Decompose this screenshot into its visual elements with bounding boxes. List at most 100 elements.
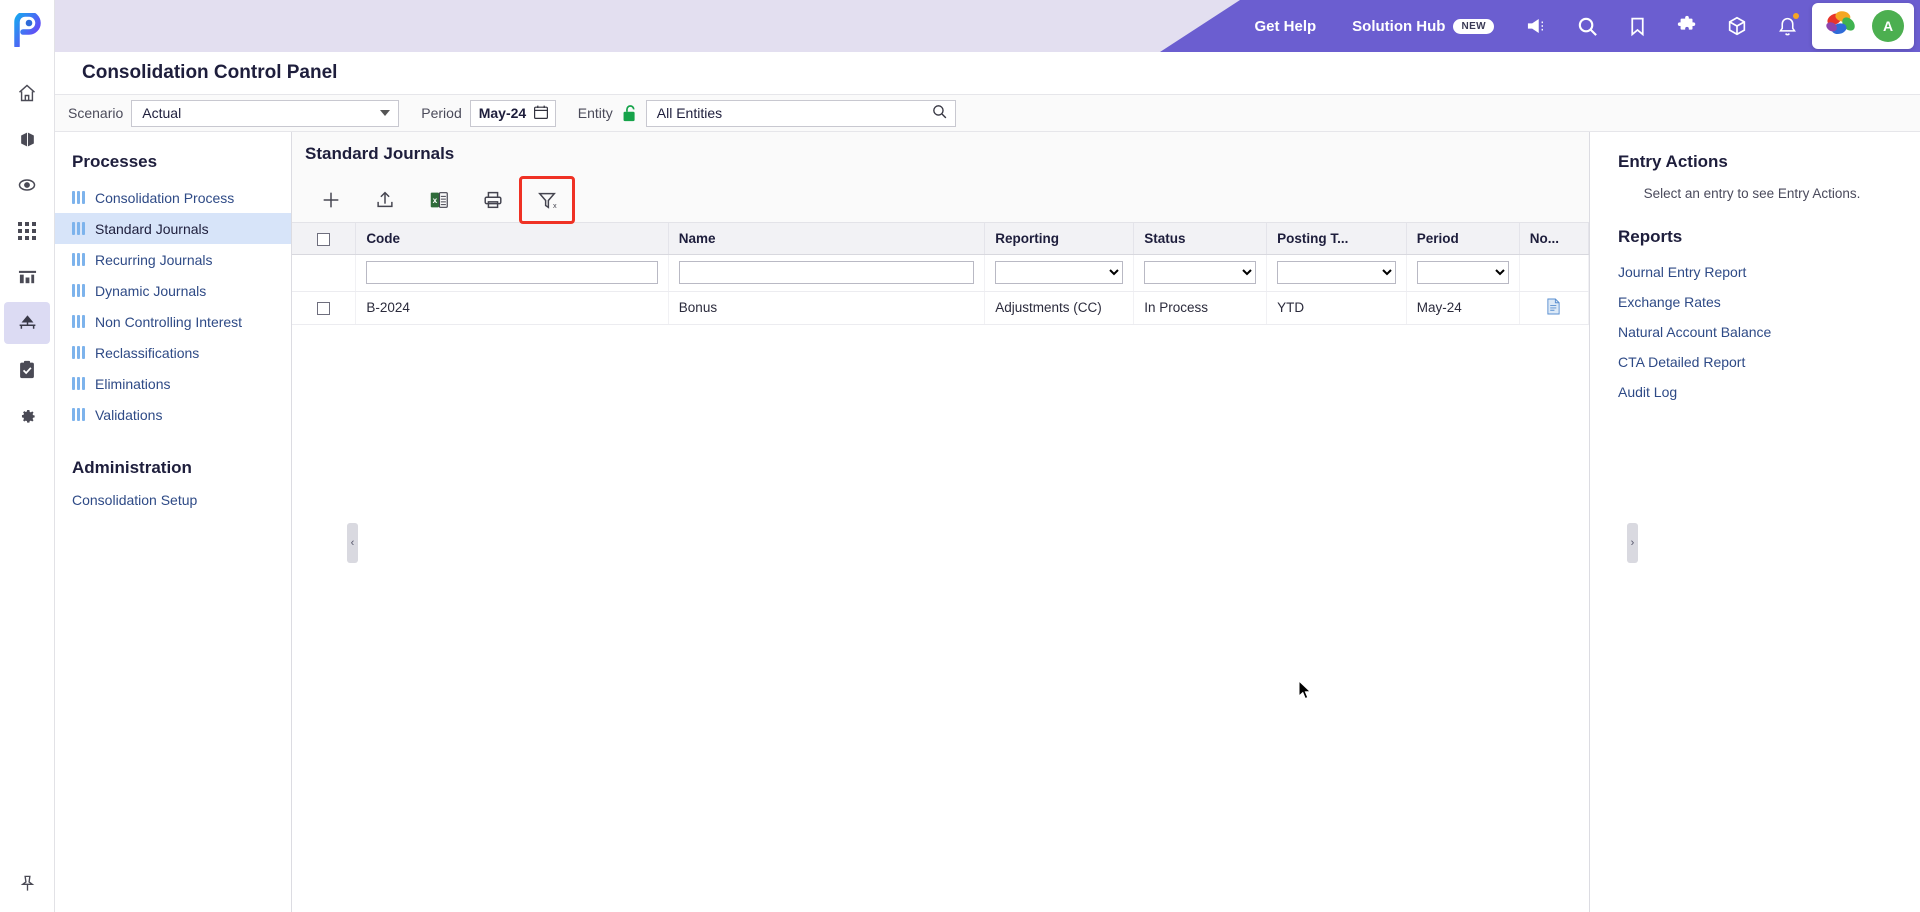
sidebar-item-eliminations[interactable]: Eliminations — [55, 368, 291, 399]
sidebar-item-models[interactable] — [4, 118, 50, 160]
megaphone-icon[interactable] — [1512, 0, 1562, 52]
filter-cell-code[interactable] — [355, 254, 669, 292]
filter-input-code[interactable] — [366, 261, 658, 284]
cell-period: May-24 — [1406, 291, 1520, 325]
filter-input-name[interactable] — [678, 261, 975, 284]
entity-unlock-icon[interactable] — [621, 104, 638, 123]
bookmark-icon[interactable] — [1612, 0, 1662, 52]
avatar[interactable]: A — [1872, 10, 1904, 42]
table-header-row: Code Name Reporting Status Posting T... … — [292, 223, 1589, 255]
scenario-value: Actual — [142, 105, 182, 121]
print-icon[interactable] — [466, 177, 520, 223]
column-header-reporting[interactable]: Reporting — [984, 223, 1135, 255]
add-icon[interactable] — [304, 177, 358, 223]
select-all-checkbox[interactable] — [317, 232, 331, 246]
sidebar-item-consolidation[interactable] — [4, 302, 50, 344]
grid-toolbar: x x — [292, 175, 1589, 224]
filter-cell-period[interactable] — [1406, 254, 1520, 292]
sidebar-item-non-controlling-interest[interactable]: Non Controlling Interest — [55, 306, 291, 337]
bars-icon — [72, 222, 85, 235]
sidebar-item-label: Eliminations — [95, 375, 171, 392]
excel-export-icon[interactable]: x — [412, 177, 466, 223]
cell-note[interactable] — [1519, 291, 1589, 325]
report-link-journal-entry-report[interactable]: Journal Entry Report — [1618, 257, 1900, 287]
cube-icon[interactable] — [1712, 0, 1762, 52]
row-checkbox[interactable] — [317, 301, 331, 315]
filter-select-posting-type[interactable] — [1277, 261, 1396, 284]
column-header-posting-type[interactable]: Posting T... — [1266, 223, 1407, 255]
clear-filter-icon[interactable]: x — [519, 175, 575, 224]
user-menu[interactable]: A — [1812, 3, 1914, 49]
reports-heading: Reports — [1618, 227, 1683, 246]
column-header-name[interactable]: Name — [668, 223, 986, 255]
document-icon[interactable] — [1546, 298, 1561, 318]
solution-hub-label: Solution Hub — [1352, 17, 1446, 35]
upload-icon[interactable] — [358, 177, 412, 223]
page-title: Consolidation Control Panel — [82, 62, 338, 83]
bell-icon[interactable] — [1762, 0, 1812, 52]
select-all-header[interactable] — [292, 223, 357, 255]
sidebar-item-reclassifications[interactable]: Reclassifications — [55, 337, 291, 368]
sidebar-item-label: Standard Journals — [95, 220, 209, 237]
cell-status: In Process — [1133, 291, 1268, 325]
table-row[interactable]: B-2024 Bonus Adjustments (CC) In Process… — [292, 291, 1589, 325]
sidebar-item-reports[interactable] — [4, 256, 50, 298]
svg-text:x: x — [433, 196, 438, 205]
filter-select-period[interactable] — [1416, 261, 1509, 284]
bars-icon — [72, 377, 85, 390]
bars-icon — [72, 284, 85, 297]
period-picker[interactable]: May-24 — [469, 99, 556, 127]
column-header-notes[interactable]: No... — [1519, 223, 1589, 255]
top-header: Get Help Solution Hub NEW A — [55, 0, 1920, 52]
scenario-select[interactable]: Actual — [131, 99, 400, 127]
page-title-bar: Consolidation Control Panel — [55, 52, 1920, 94]
filter-cell-reporting[interactable] — [984, 254, 1135, 292]
report-link-audit-log[interactable]: Audit Log — [1618, 377, 1900, 407]
column-header-period[interactable]: Period — [1406, 223, 1520, 255]
collapse-left-panel-handle[interactable]: ‹ — [347, 523, 358, 563]
filter-select-status[interactable] — [1144, 261, 1257, 284]
cell-name: Bonus — [668, 291, 986, 325]
notification-dot — [1793, 13, 1799, 19]
report-link-natural-account-balance[interactable]: Natural Account Balance — [1618, 317, 1900, 347]
sidebar-item-grid[interactable] — [4, 210, 50, 252]
column-header-code[interactable]: Code — [355, 223, 669, 255]
column-filter-row — [292, 254, 1589, 292]
bars-icon — [72, 408, 85, 421]
filter-cell-name[interactable] — [668, 254, 986, 292]
sidebar-item-settings[interactable] — [4, 394, 50, 436]
sidebar-item-view[interactable] — [4, 164, 50, 206]
bars-icon — [72, 346, 85, 359]
sidebar-item-tasks[interactable] — [4, 348, 50, 390]
pin-icon[interactable] — [18, 874, 37, 898]
cell-posting-type: YTD — [1266, 291, 1407, 325]
row-select-cell[interactable] — [292, 291, 357, 325]
filter-cell-posting-type[interactable] — [1266, 254, 1407, 292]
sidebar-item-label: Non Controlling Interest — [95, 313, 243, 330]
get-help-link[interactable]: Get Help — [1236, 18, 1334, 35]
puzzle-icon[interactable] — [1662, 0, 1712, 52]
sidebar-item-standard-journals[interactable]: Standard Journals — [55, 213, 291, 244]
sidebar-item-validations[interactable]: Validations — [55, 399, 291, 430]
entity-label: Entity — [577, 105, 613, 121]
solution-hub-link[interactable]: Solution Hub NEW — [1334, 18, 1512, 35]
filter-cell-status[interactable] — [1133, 254, 1268, 292]
search-icon[interactable] — [1562, 0, 1612, 52]
entity-search-icon[interactable] — [931, 103, 948, 123]
entity-field[interactable]: All Entities — [645, 99, 956, 127]
sidebar-item-recurring-journals[interactable]: Recurring Journals — [55, 244, 291, 275]
sidebar-item-consolidation-setup[interactable]: Consolidation Setup — [55, 492, 291, 508]
chevron-down-icon — [380, 110, 391, 116]
scenario-label: Scenario — [68, 105, 124, 121]
sidebar-item-dynamic-journals[interactable]: Dynamic Journals — [55, 275, 291, 306]
filter-select-reporting[interactable] — [995, 261, 1124, 284]
column-header-status[interactable]: Status — [1133, 223, 1268, 255]
report-link-exchange-rates[interactable]: Exchange Rates — [1618, 287, 1900, 317]
sidebar-item-label: Recurring Journals — [95, 251, 213, 268]
sidebar-item-home[interactable] — [4, 72, 50, 114]
app-logo — [7, 10, 47, 50]
sidebar-item-consolidation-process[interactable]: Consolidation Process — [55, 182, 291, 213]
calendar-icon — [533, 104, 549, 123]
report-link-cta-detailed-report[interactable]: CTA Detailed Report — [1618, 347, 1900, 377]
collapse-right-panel-handle[interactable]: › — [1627, 523, 1638, 563]
